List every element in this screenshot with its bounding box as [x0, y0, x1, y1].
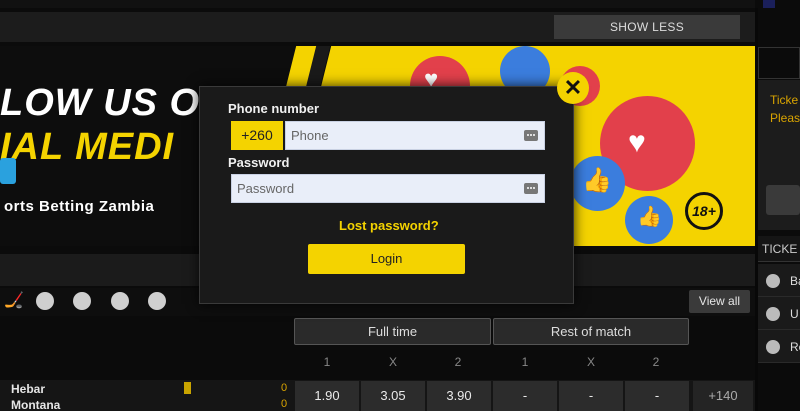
phone-field[interactable] — [285, 121, 545, 150]
column-header: 2 — [652, 355, 660, 369]
more-markets-button[interactable]: +140 — [693, 381, 753, 411]
sidebar-item-label: Ba — [790, 274, 800, 288]
lost-password-link[interactable]: Lost password? — [339, 218, 439, 233]
odds-button[interactable]: 3.90 — [427, 381, 491, 411]
banner-headline: IAL MEDI — [0, 126, 175, 168]
football-icon[interactable] — [36, 292, 54, 310]
away-team: Montana — [11, 398, 61, 411]
betslip-header — [758, 47, 800, 79]
sidebar-item-balance[interactable]: Ba — [758, 264, 800, 297]
odds-button[interactable]: 1.90 — [295, 381, 359, 411]
column-header: X — [388, 355, 397, 369]
shield-icon — [766, 340, 780, 354]
show-less-button[interactable]: SHOW LESS — [554, 15, 740, 39]
column-header: 2 — [454, 355, 462, 369]
sidebar-item-responsible[interactable]: Re — [758, 330, 800, 363]
tickets-tab[interactable]: TICKE — [758, 236, 800, 262]
column-header: 1 — [323, 355, 331, 369]
keyboard-icon — [524, 130, 538, 141]
phone-label: Phone number — [228, 101, 320, 116]
password-label: Password — [228, 155, 290, 170]
sidebar-item-label: Re — [790, 340, 800, 354]
login-button[interactable]: Login — [308, 244, 465, 274]
table-tennis-icon[interactable] — [111, 292, 129, 310]
odds-button[interactable]: 3.05 — [361, 381, 425, 411]
column-header: X — [586, 355, 595, 369]
betslip-text: Pleas — [770, 111, 800, 125]
betslip-button[interactable] — [766, 185, 800, 215]
odds-button[interactable]: - — [625, 381, 689, 411]
clock-icon — [766, 307, 780, 321]
live-indicator — [184, 382, 191, 394]
banner-headline: LOW US O — [0, 82, 201, 124]
home-score: 0 — [281, 382, 288, 394]
sidebar-item-u[interactable]: U — [758, 297, 800, 330]
thumbs-up-icon: 👍 — [637, 206, 662, 228]
view-all-button[interactable]: View all — [689, 290, 750, 313]
heart-icon — [766, 274, 780, 288]
volleyball-icon[interactable] — [73, 292, 91, 310]
tab-rest-of-match[interactable]: Rest of match — [493, 318, 689, 345]
phone-input[interactable] — [286, 122, 544, 149]
sidebar-item-label: U — [790, 307, 799, 321]
top-bar-edge — [775, 0, 800, 8]
password-field[interactable] — [231, 174, 545, 203]
virtual-football-icon[interactable] — [148, 292, 166, 310]
away-score: 0 — [281, 398, 288, 410]
home-team: Hebar — [11, 382, 46, 396]
thumbs-up-icon: 👍 — [582, 167, 612, 194]
column-header: 1 — [521, 355, 529, 369]
top-bar — [0, 0, 755, 8]
close-icon[interactable]: ✕ — [557, 72, 589, 104]
password-input[interactable] — [232, 175, 544, 202]
betslip-text: Ticke — [770, 93, 799, 107]
keyboard-icon — [524, 183, 538, 194]
banner-subtitle: orts Betting Zambia — [4, 198, 155, 215]
heart-icon: ♥ — [628, 126, 646, 159]
hockey-icon[interactable]: 🏒 — [4, 292, 24, 310]
odds-button[interactable]: - — [559, 381, 623, 411]
age-18-badge: 18+ — [685, 192, 723, 230]
twitter-icon — [0, 158, 16, 184]
country-code-prefix[interactable]: +260 — [231, 121, 283, 150]
tab-full-time[interactable]: Full time — [294, 318, 491, 345]
odds-button[interactable]: - — [493, 381, 557, 411]
